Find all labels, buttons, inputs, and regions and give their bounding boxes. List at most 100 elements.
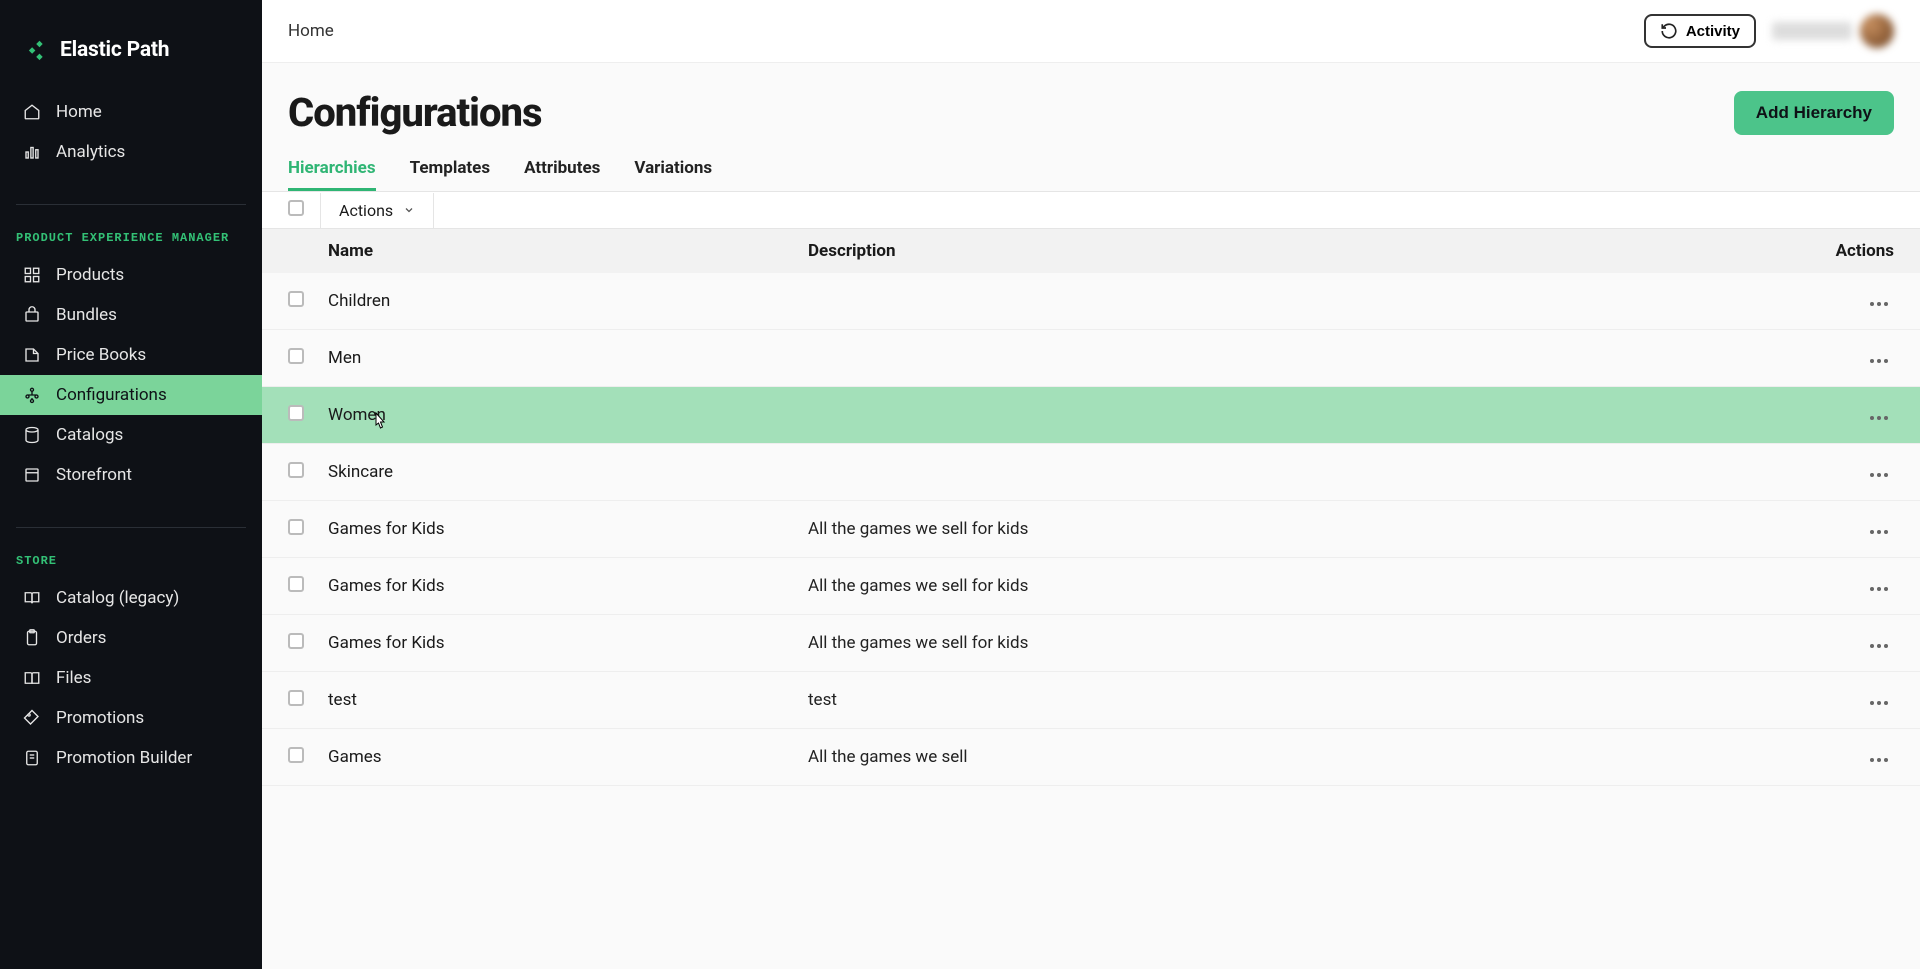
activity-button[interactable]: Activity bbox=[1644, 14, 1756, 48]
row-actions-menu[interactable] bbox=[1864, 296, 1894, 312]
row-actions-menu[interactable] bbox=[1864, 467, 1894, 483]
sidebar-item-promotions[interactable]: Promotions bbox=[0, 698, 262, 738]
sidebar-item-price-books[interactable]: Price Books bbox=[0, 335, 262, 375]
sidebar-item-home[interactable]: Home bbox=[0, 92, 262, 132]
table-row[interactable]: Men bbox=[262, 330, 1920, 387]
tab-attributes[interactable]: Attributes bbox=[524, 158, 600, 191]
sidebar-item-label: Catalog (legacy) bbox=[56, 588, 179, 608]
row-checkbox[interactable] bbox=[288, 348, 304, 364]
table-row[interactable]: Games for KidsAll the games we sell for … bbox=[262, 501, 1920, 558]
row-description: All the games we sell for kids bbox=[800, 505, 1820, 553]
table-row[interactable]: testtest bbox=[262, 672, 1920, 729]
row-actions-menu[interactable] bbox=[1864, 524, 1894, 540]
sidebar-item-bundles[interactable]: Bundles bbox=[0, 295, 262, 335]
row-actions-menu[interactable] bbox=[1864, 353, 1894, 369]
bundles-icon bbox=[22, 305, 42, 325]
topbar: Home Activity bbox=[262, 0, 1920, 63]
catalog-legacy-icon bbox=[22, 588, 42, 608]
sidebar-item-label: Home bbox=[56, 102, 102, 122]
row-actions-menu[interactable] bbox=[1864, 410, 1894, 426]
table-row[interactable]: Games for KidsAll the games we sell for … bbox=[262, 558, 1920, 615]
section-label-pem: PRODUCT EXPERIENCE MANAGER bbox=[0, 217, 262, 255]
hierarchies-table: Name Description Actions ChildrenMenWome… bbox=[262, 229, 1920, 786]
sidebar-item-label: Promotion Builder bbox=[56, 748, 192, 768]
sidebar-item-promotion-builder[interactable]: Promotion Builder bbox=[0, 738, 262, 778]
sidebar-item-products[interactable]: Products bbox=[0, 255, 262, 295]
storefront-icon bbox=[22, 465, 42, 485]
table-row[interactable]: Women bbox=[262, 387, 1920, 444]
row-description bbox=[800, 344, 1820, 372]
products-icon bbox=[22, 265, 42, 285]
row-checkbox[interactable] bbox=[288, 519, 304, 535]
row-name: Men bbox=[320, 334, 800, 382]
catalogs-icon bbox=[22, 425, 42, 445]
brand-logo[interactable]: Elastic Path bbox=[0, 0, 262, 92]
nav-pem: Products BundlesPrice Books Configurations… bbox=[0, 255, 262, 515]
sidebar-item-storefront[interactable]: Storefront bbox=[0, 455, 262, 495]
sidebar: Elastic Path Home Analytics PRODUCT EXPER… bbox=[0, 0, 262, 969]
row-checkbox[interactable] bbox=[288, 405, 304, 421]
configurations-icon bbox=[22, 385, 42, 405]
divider bbox=[16, 527, 246, 528]
select-all-checkbox[interactable] bbox=[288, 200, 304, 216]
sidebar-item-label: Configurations bbox=[56, 385, 167, 405]
brand-name: Elastic Path bbox=[60, 38, 169, 62]
divider bbox=[16, 204, 246, 205]
chevron-down-icon bbox=[403, 204, 415, 216]
add-hierarchy-button[interactable]: Add Hierarchy bbox=[1734, 91, 1894, 135]
sidebar-item-analytics[interactable]: Analytics bbox=[0, 132, 262, 172]
tabs: Hierarchies Templates Attributes Variations bbox=[262, 136, 1920, 192]
table-toolbar: Actions bbox=[262, 192, 1920, 229]
pricebooks-icon bbox=[22, 345, 42, 365]
row-name: Games for Kids bbox=[320, 562, 800, 610]
sidebar-item-orders[interactable]: Orders bbox=[0, 618, 262, 658]
row-checkbox[interactable] bbox=[288, 576, 304, 592]
actions-label: Actions bbox=[339, 201, 393, 220]
row-description bbox=[800, 287, 1820, 315]
row-checkbox[interactable] bbox=[288, 462, 304, 478]
row-name: test bbox=[320, 676, 800, 724]
sidebar-item-label: Catalogs bbox=[56, 425, 123, 445]
row-actions-menu[interactable] bbox=[1864, 638, 1894, 654]
analytics-icon bbox=[22, 142, 42, 162]
sidebar-item-files[interactable]: Files bbox=[0, 658, 262, 698]
table-row[interactable]: GamesAll the games we sell bbox=[262, 729, 1920, 786]
row-description bbox=[800, 458, 1820, 486]
row-checkbox[interactable] bbox=[288, 291, 304, 307]
sidebar-item-label: Analytics bbox=[56, 142, 125, 162]
row-checkbox[interactable] bbox=[288, 690, 304, 706]
tab-variations[interactable]: Variations bbox=[634, 158, 712, 191]
sidebar-item-label: Products bbox=[56, 265, 124, 285]
user-name bbox=[1772, 22, 1852, 40]
sidebar-item-catalogs[interactable]: Catalogs bbox=[0, 415, 262, 455]
sidebar-item-catalog-legacy-[interactable]: Catalog (legacy) bbox=[0, 578, 262, 618]
row-description: All the games we sell bbox=[800, 733, 1820, 781]
sidebar-item-configurations[interactable]: Configurations bbox=[0, 375, 262, 415]
sidebar-item-label: Files bbox=[56, 668, 91, 688]
avatar bbox=[1860, 14, 1894, 48]
page-title: Configurations bbox=[288, 89, 542, 136]
row-actions-menu[interactable] bbox=[1864, 581, 1894, 597]
row-name: Skincare bbox=[320, 448, 800, 496]
breadcrumb[interactable]: Home bbox=[288, 21, 334, 41]
row-actions-menu[interactable] bbox=[1864, 695, 1894, 711]
tab-hierarchies[interactable]: Hierarchies bbox=[288, 158, 376, 191]
promotions-icon bbox=[22, 708, 42, 728]
sidebar-item-label: Promotions bbox=[56, 708, 144, 728]
orders-icon bbox=[22, 628, 42, 648]
row-description bbox=[800, 401, 1820, 429]
row-name: Games for Kids bbox=[320, 619, 800, 667]
row-checkbox[interactable] bbox=[288, 633, 304, 649]
row-actions-menu[interactable] bbox=[1864, 752, 1894, 768]
tab-templates[interactable]: Templates bbox=[410, 158, 491, 191]
activity-icon bbox=[1660, 22, 1678, 40]
nav-store: Catalog (legacy) Orders Files Promotions Pro… bbox=[0, 578, 262, 798]
column-actions: Actions bbox=[1820, 229, 1920, 273]
row-checkbox[interactable] bbox=[288, 747, 304, 763]
bulk-actions-dropdown[interactable]: Actions bbox=[320, 193, 434, 228]
nav-top: Home Analytics bbox=[0, 92, 262, 192]
table-row[interactable]: Skincare bbox=[262, 444, 1920, 501]
table-row[interactable]: Children bbox=[262, 273, 1920, 330]
table-row[interactable]: Games for KidsAll the games we sell for … bbox=[262, 615, 1920, 672]
user-menu[interactable] bbox=[1772, 14, 1894, 48]
